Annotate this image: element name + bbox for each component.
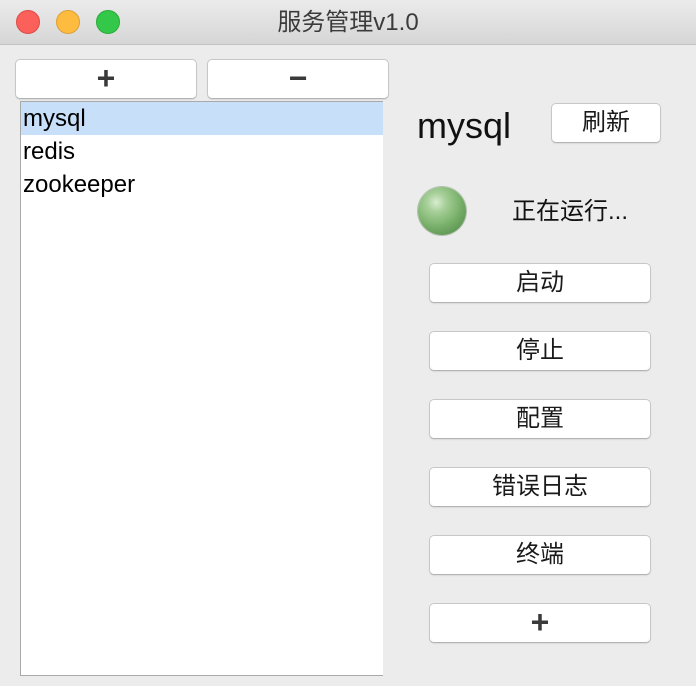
service-list-item[interactable]: zookeeper bbox=[21, 168, 383, 201]
remove-service-button[interactable]: − bbox=[207, 59, 389, 99]
app-window: 服务管理v1.0 + − mysql redis zookeeper mysql… bbox=[0, 0, 696, 686]
status-indicator-icon bbox=[418, 187, 466, 235]
title-bar[interactable]: 服务管理v1.0 bbox=[0, 0, 696, 45]
refresh-button[interactable]: 刷新 bbox=[551, 103, 661, 143]
add-action-button[interactable]: + bbox=[429, 603, 651, 643]
service-list[interactable]: mysql redis zookeeper bbox=[20, 101, 383, 676]
terminal-button[interactable]: 终端 bbox=[429, 535, 651, 575]
close-window-button[interactable] bbox=[16, 10, 40, 34]
minimize-window-button[interactable] bbox=[56, 10, 80, 34]
service-list-item[interactable]: redis bbox=[21, 135, 383, 168]
start-button[interactable]: 启动 bbox=[429, 263, 651, 303]
status-text: 正在运行... bbox=[512, 198, 629, 225]
selected-service-name: mysql bbox=[417, 105, 512, 146]
add-service-button[interactable]: + bbox=[15, 59, 197, 99]
maximize-window-button[interactable] bbox=[96, 10, 120, 34]
error-log-button[interactable]: 错误日志 bbox=[429, 467, 651, 507]
stop-button[interactable]: 停止 bbox=[429, 331, 651, 371]
config-button[interactable]: 配置 bbox=[429, 399, 651, 439]
service-list-item[interactable]: mysql bbox=[21, 102, 383, 135]
